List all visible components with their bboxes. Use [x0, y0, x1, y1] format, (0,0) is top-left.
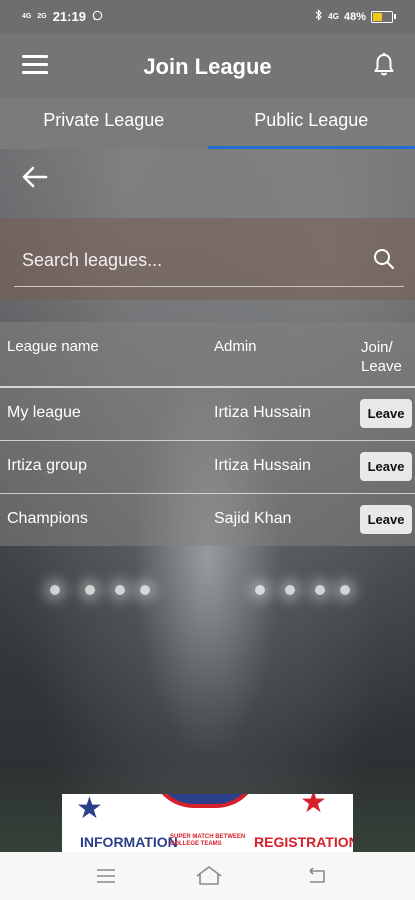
status-left: 4G 2G 21:19 — [22, 9, 103, 24]
league-name: My league — [7, 404, 81, 421]
battery-icon — [371, 10, 396, 23]
whatsapp-icon — [92, 10, 103, 24]
page-title: Join League — [143, 54, 272, 79]
bluetooth-icon — [315, 9, 323, 24]
signal-indicator-1: 4G — [22, 13, 32, 20]
table-header: League name Admin Join/ Leave — [0, 322, 415, 388]
table-row: Champions Sajid Khan Leave — [0, 494, 415, 546]
network-type: 4G — [328, 12, 339, 21]
search-bar — [0, 218, 415, 300]
ad-text-information: INFORMATION — [80, 834, 178, 850]
column-header-admin: Admin — [214, 338, 257, 355]
league-tabs: Private League Public League — [0, 98, 415, 149]
column-header-league-name: League name — [7, 338, 99, 355]
tab-public-league[interactable]: Public League — [207, 98, 415, 149]
arrow-left-icon[interactable] — [20, 162, 50, 192]
leave-button[interactable]: Leave — [360, 452, 412, 481]
league-admin: Irtiza Hussain — [214, 457, 311, 474]
home-icon[interactable] — [194, 864, 224, 888]
leagues-table: League name Admin Join/ Leave My league … — [0, 322, 415, 546]
stadium-light — [85, 585, 95, 595]
stadium-light — [255, 585, 265, 595]
stadium-light — [50, 585, 60, 595]
leave-button[interactable]: Leave — [360, 505, 412, 534]
league-admin: Irtiza Hussain — [214, 404, 311, 421]
league-name: Irtiza group — [7, 457, 88, 474]
status-bar: 4G 2G 21:19 4G 48% — [0, 0, 415, 34]
back-icon[interactable] — [304, 864, 330, 888]
search-underline — [14, 286, 404, 287]
app-header: Join League — [0, 34, 415, 98]
ad-emblem — [150, 794, 260, 808]
stadium-light — [285, 585, 295, 595]
stadium-light — [315, 585, 325, 595]
status-right: 4G 48% — [315, 9, 396, 24]
league-name: Champions — [7, 510, 88, 527]
ad-banner[interactable]: ★ ★ INFORMATION SUPER MATCH BETWEEN COLL… — [62, 794, 353, 852]
column-header-leave: Leave — [361, 358, 402, 375]
column-header-join-leave: Join/ Leave — [361, 338, 413, 376]
ad-text-registration: REGISTRATION — [254, 834, 353, 850]
league-admin: Sajid Khan — [214, 510, 292, 527]
system-nav-bar — [0, 852, 415, 900]
stadium-lights — [40, 585, 360, 605]
bell-icon[interactable] — [369, 50, 399, 80]
stadium-light — [115, 585, 125, 595]
star-icon: ★ — [76, 794, 103, 825]
menu-icon[interactable] — [93, 864, 119, 888]
star-icon: ★ — [300, 794, 327, 819]
search-input[interactable] — [20, 244, 354, 276]
table-row: Irtiza group Irtiza Hussain Leave — [0, 441, 415, 494]
stadium-light — [340, 585, 350, 595]
signal-indicator-2: 2G — [37, 13, 47, 20]
battery-fill — [373, 12, 382, 21]
search-icon[interactable] — [371, 246, 397, 272]
app-screen: 4G 2G 21:19 4G 48% Join League Private L… — [0, 0, 415, 900]
stadium-light — [140, 585, 150, 595]
ad-text-match: SUPER MATCH BETWEEN COLLEGE TEAMS — [170, 834, 246, 847]
tab-private-league[interactable]: Private League — [0, 98, 208, 149]
battery-percent: 48% — [343, 10, 366, 23]
column-header-join: Join/ — [361, 339, 393, 356]
table-row: My league Irtiza Hussain Leave — [0, 388, 415, 441]
leave-button[interactable]: Leave — [360, 399, 412, 428]
status-time: 21:19 — [52, 9, 86, 24]
